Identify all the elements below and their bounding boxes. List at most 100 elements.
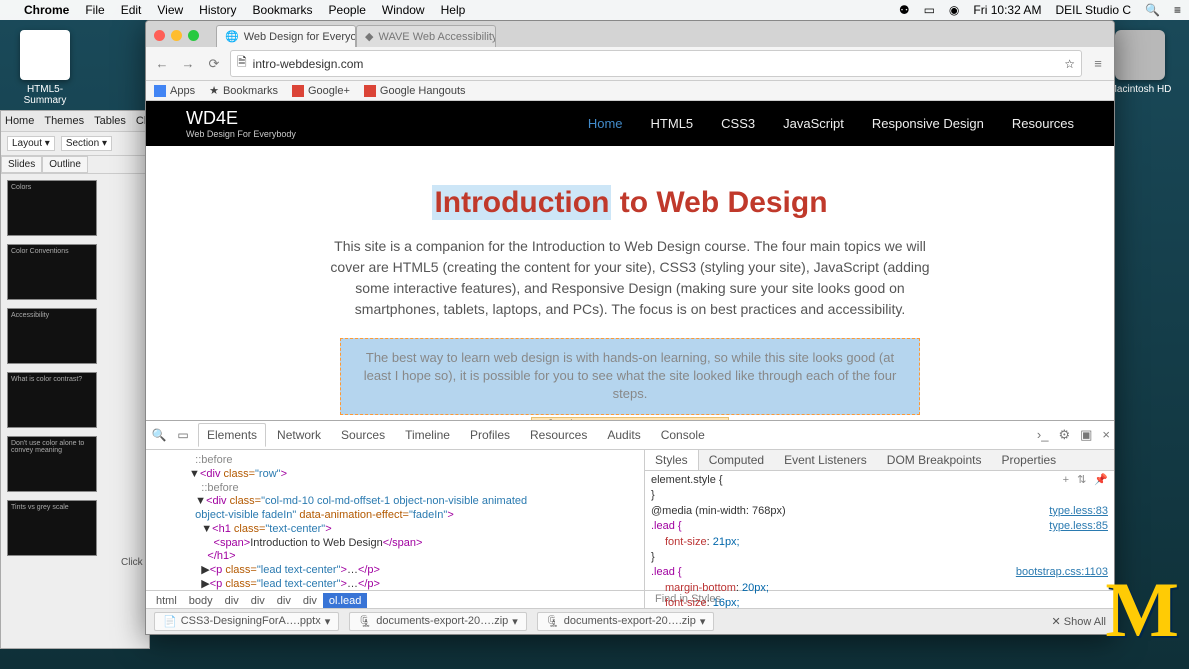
browser-tab-active[interactable]: 🌐 Web Design for Everyone ×	[216, 25, 356, 47]
bg-click-hint: Click	[121, 557, 143, 568]
menu-view[interactable]: View	[157, 3, 183, 17]
bk-hangouts[interactable]: Google Hangouts	[364, 85, 466, 97]
site-logo[interactable]: WD4E Web Design For Everybody	[186, 108, 296, 139]
bg-section-dropdown[interactable]: Section ▾	[61, 136, 112, 151]
download-item[interactable]: 🗜 documents-export-20….zip ▾	[537, 612, 715, 631]
toggle-state-icon[interactable]: ⇅	[1077, 473, 1086, 488]
bookmark-star-icon[interactable]: ☆	[1064, 57, 1075, 71]
styles-tab-dombp[interactable]: DOM Breakpoints	[877, 450, 992, 470]
bg-layout-dropdown[interactable]: Layout ▾	[7, 136, 55, 151]
slide-thumbs[interactable]: Colors Color Conventions Accessibility W…	[1, 174, 149, 562]
slide-thumb[interactable]: Don't use color alone to convey meaning	[7, 436, 97, 492]
inspect-icon[interactable]: 🔍	[150, 428, 168, 442]
wifi-icon[interactable]: ⚉	[899, 3, 910, 17]
url-input[interactable]: 🗎 intro-webdesign.com ☆	[230, 50, 1082, 77]
dt-tab-audits[interactable]: Audits	[598, 423, 649, 447]
chrome-window: 🌐 Web Design for Everyone × ◆ WAVE Web A…	[145, 20, 1115, 635]
bg-toolbar-home[interactable]: Home	[5, 115, 34, 127]
reload-button[interactable]: ⟳	[204, 56, 224, 72]
dt-tab-network[interactable]: Network	[268, 423, 330, 447]
crumb[interactable]: div	[271, 593, 297, 609]
slide-thumb[interactable]: Colors	[7, 180, 97, 236]
dt-tab-elements[interactable]: Elements	[198, 423, 266, 447]
styles-pane: Styles Computed Event Listeners DOM Brea…	[644, 450, 1114, 590]
styles-tab-styles[interactable]: Styles	[645, 450, 699, 470]
callout-highlighted: The best way to learn web design is with…	[340, 338, 920, 415]
menu-app[interactable]: Chrome	[24, 3, 69, 17]
nav-responsive[interactable]: Responsive Design	[872, 116, 984, 131]
page-title: Introduction to Web Design	[206, 186, 1054, 220]
menu-history[interactable]: History	[199, 3, 236, 17]
dt-tab-resources[interactable]: Resources	[521, 423, 596, 447]
nav-css3[interactable]: CSS3	[721, 116, 755, 131]
background-app-window: Home Themes Tables Chart Layout ▾ Sectio…	[0, 110, 150, 649]
bk-apps[interactable]: Apps	[154, 85, 195, 97]
menu-bookmarks[interactable]: Bookmarks	[253, 3, 313, 17]
styles-tab-events[interactable]: Event Listeners	[774, 450, 877, 470]
dt-tab-timeline[interactable]: Timeline	[396, 423, 459, 447]
nav-resources[interactable]: Resources	[1012, 116, 1074, 131]
menu-people[interactable]: People	[329, 3, 366, 17]
file-icon	[20, 30, 70, 80]
forward-button[interactable]: →	[178, 56, 198, 71]
menubar-clock[interactable]: Fri 10:32 AM	[973, 3, 1041, 17]
chrome-menu-icon[interactable]: ≡	[1088, 56, 1108, 71]
battery-icon[interactable]: ▭	[924, 3, 935, 17]
download-item[interactable]: 📄 CSS3-DesigningForA….pptx ▾	[154, 612, 339, 631]
crumb[interactable]: html	[150, 593, 183, 609]
crumb[interactable]: div	[245, 593, 271, 609]
mac-menubar[interactable]: Chrome File Edit View History Bookmarks …	[0, 0, 1189, 20]
back-button[interactable]: ←	[152, 56, 172, 71]
hero-description: This site is a companion for the Introdu…	[320, 236, 940, 320]
bg-toolbar-themes[interactable]: Themes	[44, 115, 84, 127]
dt-dock-icon[interactable]: ▣	[1080, 427, 1092, 443]
dom-tree[interactable]: ::before ▼<div class="row"> ::before ▼<d…	[146, 450, 644, 590]
crumb[interactable]: div	[297, 593, 323, 609]
devtools-panel: 🔍 ▭ Elements Network Sources Timeline Pr…	[146, 420, 1114, 608]
crumb[interactable]: body	[183, 593, 219, 609]
bg-tab-outline[interactable]: Outline	[42, 156, 88, 173]
nav-home[interactable]: Home	[588, 116, 623, 131]
browser-tab-inactive[interactable]: ◆ WAVE Web Accessibility T… ×	[356, 25, 496, 47]
menu-help[interactable]: Help	[441, 3, 466, 17]
nav-js[interactable]: JavaScript	[783, 116, 844, 131]
volume-icon[interactable]: ◉	[949, 3, 959, 17]
browser-tabs: 🌐 Web Design for Everyone × ◆ WAVE Web A…	[146, 21, 1114, 47]
spotlight-icon[interactable]: 🔍	[1145, 3, 1160, 17]
close-icon[interactable]	[154, 30, 165, 41]
dt-close-icon[interactable]: ×	[1102, 427, 1110, 443]
crumb-current[interactable]: ol.lead	[323, 593, 367, 609]
bk-googleplus[interactable]: Google+	[292, 85, 350, 97]
slide-thumb[interactable]: Color Conventions	[7, 244, 97, 300]
download-item[interactable]: 🗜 documents-export-20….zip ▾	[349, 612, 527, 631]
desktop-macintosh-hd[interactable]: Macintosh HD	[1105, 30, 1175, 95]
nav-html5[interactable]: HTML5	[651, 116, 694, 131]
dt-tab-profiles[interactable]: Profiles	[461, 423, 519, 447]
device-icon[interactable]: ▭	[174, 428, 192, 442]
dt-tab-sources[interactable]: Sources	[332, 423, 394, 447]
show-all-downloads[interactable]: ✕ Show All	[1052, 615, 1106, 628]
styles-tab-props[interactable]: Properties	[991, 450, 1066, 470]
slide-thumb[interactable]: Accessibility	[7, 308, 97, 364]
slide-thumb[interactable]: Tints vs grey scale	[7, 500, 97, 556]
bk-bookmarks[interactable]: ★ Bookmarks	[209, 84, 278, 97]
desktop-doc-html5[interactable]: HTML5-Summary	[10, 30, 80, 106]
window-controls	[154, 30, 199, 41]
styles-rules[interactable]: +⇅📌 element.style { } type.less:83@media…	[645, 471, 1114, 614]
pin-icon[interactable]: 📌	[1094, 473, 1108, 488]
dt-settings-icon[interactable]: ⚙	[1058, 427, 1070, 443]
dt-tab-console[interactable]: Console	[652, 423, 714, 447]
dt-drawer-icon[interactable]: ›_	[1037, 427, 1049, 443]
menu-extras-icon[interactable]: ≡	[1174, 3, 1181, 17]
new-rule-icon[interactable]: +	[1063, 473, 1069, 488]
crumb[interactable]: div	[219, 593, 245, 609]
menubar-user[interactable]: DEIL Studio C	[1055, 3, 1131, 17]
styles-tab-computed[interactable]: Computed	[699, 450, 774, 470]
bg-toolbar-tables[interactable]: Tables	[94, 115, 126, 127]
menu-edit[interactable]: Edit	[121, 3, 142, 17]
menu-window[interactable]: Window	[382, 3, 425, 17]
menu-file[interactable]: File	[85, 3, 104, 17]
zoom-icon[interactable]	[188, 30, 199, 41]
minimize-icon[interactable]	[171, 30, 182, 41]
bg-tab-slides[interactable]: Slides	[1, 156, 42, 173]
